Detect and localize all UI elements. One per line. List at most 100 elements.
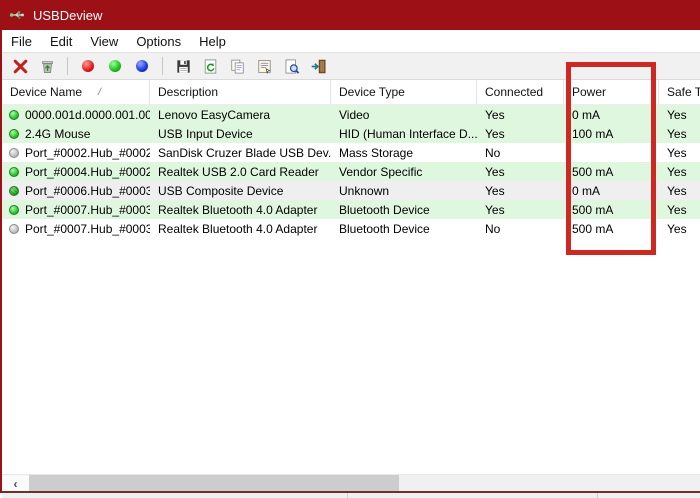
red-ball-button[interactable]	[78, 56, 98, 76]
toolbar-separator	[67, 57, 68, 75]
table-row[interactable]: 0000.001d.0000.001.00... Lenovo EasyCame…	[2, 105, 700, 124]
menu-options[interactable]: Options	[127, 30, 190, 52]
table-row[interactable]: Port_#0006.Hub_#0003 USB Composite Devic…	[2, 181, 700, 200]
connected: Yes	[477, 105, 564, 124]
refresh-icon	[202, 58, 219, 75]
menu-file[interactable]: File	[2, 30, 41, 52]
device-name: Port_#0004.Hub_#0002	[25, 165, 150, 179]
device-name: Port_#0006.Hub_#0003	[25, 184, 150, 198]
safe-to-unplug: Yes	[659, 181, 700, 200]
green-ball-icon	[9, 205, 19, 215]
power: 500 mA	[564, 162, 659, 181]
exit-button[interactable]	[308, 56, 328, 76]
gray-ball-icon	[9, 224, 19, 234]
column-header-device-type[interactable]: Device Type	[331, 80, 477, 104]
device-type: Vendor Specific	[331, 162, 477, 181]
statusbar-divider	[347, 493, 348, 498]
usb-plug-icon	[9, 7, 25, 23]
horizontal-scrollbar[interactable]: ‹	[2, 474, 700, 491]
remove-device-button[interactable]	[10, 56, 30, 76]
copy-button[interactable]	[227, 56, 247, 76]
refresh-button[interactable]	[200, 56, 220, 76]
uninstall-device-button[interactable]	[37, 56, 57, 76]
exit-door-icon	[310, 58, 327, 75]
column-header-connected[interactable]: Connected	[477, 80, 564, 104]
titlebar[interactable]: USBDeview	[0, 0, 700, 30]
scrollbar-thumb[interactable]	[29, 475, 399, 492]
table-row[interactable]: Port_#0004.Hub_#0002 Realtek USB 2.0 Car…	[2, 162, 700, 181]
table-row[interactable]: Port_#0007.Hub_#0003 Realtek Bluetooth 4…	[2, 200, 700, 219]
statusbar-divider	[597, 493, 598, 498]
menu-help[interactable]: Help	[190, 30, 235, 52]
description: Realtek Bluetooth 4.0 Adapter	[150, 219, 331, 238]
table-row[interactable]: Port_#0007.Hub_#0003 Realtek Bluetooth 4…	[2, 219, 700, 238]
device-type: Bluetooth Device	[331, 219, 477, 238]
usbdeview-window: USBDeview File Edit View Options Help	[0, 0, 700, 498]
chevron-left-icon: ‹	[14, 477, 18, 491]
properties-button[interactable]	[254, 56, 274, 76]
device-name: 2.4G Mouse	[25, 127, 90, 141]
description: USB Input Device	[150, 124, 331, 143]
power: 100 mA	[564, 124, 659, 143]
table-row[interactable]: 2.4G Mouse USB Input Device HID (Human I…	[2, 124, 700, 143]
recycle-bin-icon	[39, 58, 56, 75]
statusbar	[2, 493, 700, 498]
safe-to-unplug: Yes	[659, 219, 700, 238]
properties-icon	[256, 58, 273, 75]
floppy-disk-icon	[175, 58, 192, 75]
table-row[interactable]: Port_#0002.Hub_#0002 SanDisk Cruzer Blad…	[2, 143, 700, 162]
green-ball-icon	[9, 129, 19, 139]
connected: Yes	[477, 162, 564, 181]
red-ball-icon	[82, 60, 94, 72]
scroll-left-button[interactable]: ‹	[2, 475, 29, 492]
description: Realtek Bluetooth 4.0 Adapter	[150, 200, 331, 219]
copy-icon	[229, 58, 246, 75]
green-ball-icon	[109, 60, 121, 72]
device-type: HID (Human Interface D...	[331, 124, 477, 143]
toolbar	[2, 52, 700, 80]
connected: No	[477, 219, 564, 238]
device-name: Port_#0002.Hub_#0002	[25, 146, 150, 160]
connected: Yes	[477, 181, 564, 200]
power: 0 mA	[564, 105, 659, 124]
menubar: File Edit View Options Help	[2, 30, 700, 52]
column-header-description[interactable]: Description	[150, 80, 331, 104]
blue-ball-icon	[136, 60, 148, 72]
device-type: Mass Storage	[331, 143, 477, 162]
device-type: Unknown	[331, 181, 477, 200]
menu-view[interactable]: View	[81, 30, 127, 52]
toolbar-separator	[162, 57, 163, 75]
connected: Yes	[477, 124, 564, 143]
description: Realtek USB 2.0 Card Reader	[150, 162, 331, 181]
find-button[interactable]	[281, 56, 301, 76]
device-name: Port_#0007.Hub_#0003	[25, 203, 150, 217]
power: 500 mA	[564, 200, 659, 219]
blue-ball-button[interactable]	[132, 56, 152, 76]
safe-to-unplug: Yes	[659, 200, 700, 219]
column-header-safe-to-unplug[interactable]: Safe To Unplug	[659, 80, 700, 104]
column-header-power[interactable]: Power	[564, 80, 659, 104]
green-ball-button[interactable]	[105, 56, 125, 76]
safe-to-unplug: Yes	[659, 105, 700, 124]
power: 0 mA	[564, 181, 659, 200]
column-header-device-name[interactable]: Device Name /	[2, 80, 150, 104]
device-list: Device Name / Description Device Type Co…	[2, 80, 700, 474]
gray-ball-icon	[9, 148, 19, 158]
red-x-icon	[12, 58, 29, 75]
menu-edit[interactable]: Edit	[41, 30, 81, 52]
description: USB Composite Device	[150, 181, 331, 200]
device-name: Port_#0007.Hub_#0003	[25, 222, 150, 236]
green-ball-icon	[9, 110, 19, 120]
window-title: USBDeview	[33, 8, 102, 23]
safe-to-unplug: Yes	[659, 124, 700, 143]
device-type: Video	[331, 105, 477, 124]
save-button[interactable]	[173, 56, 193, 76]
safe-to-unplug: Yes	[659, 162, 700, 181]
green-dotted-ball-icon	[9, 186, 19, 196]
magnifier-icon	[283, 58, 300, 75]
connected: Yes	[477, 200, 564, 219]
power: 500 mA	[564, 219, 659, 238]
sort-icon: /	[97, 87, 102, 98]
description: SanDisk Cruzer Blade USB Dev...	[150, 143, 331, 162]
green-ball-icon	[9, 167, 19, 177]
